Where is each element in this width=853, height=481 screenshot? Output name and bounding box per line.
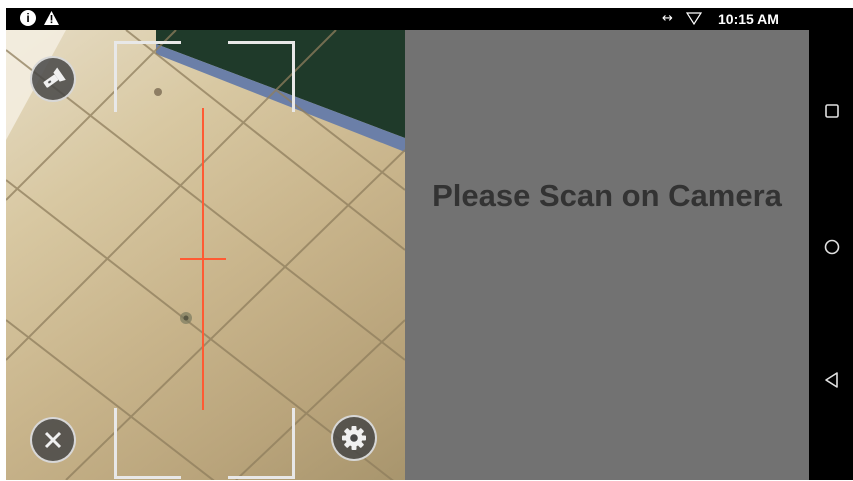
scanner-screen: i ↔ 10:15 AM Please Scan on Camera [0,0,853,481]
flashlight-icon [43,67,66,88]
scan-frame-corner-top-left [114,41,181,112]
circle-home-icon[interactable] [821,236,843,258]
gear-icon [342,426,366,450]
flashlight-button[interactable] [30,56,76,102]
scan-frame-corner-bottom-left [114,408,181,479]
navigation-bar [809,8,853,480]
triangle-back-icon[interactable] [821,369,843,391]
camera-preview[interactable] [6,30,405,480]
scanner-settings-button[interactable] [331,415,377,461]
square-recents-icon[interactable] [821,100,843,122]
status-time: 10:15 AM [718,11,779,27]
wifi-outline-icon [686,12,702,25]
scan-frame-corner-bottom-right [228,408,295,479]
warning-icon [44,11,59,25]
scan-frame-corner-top-right [228,41,295,112]
scan-instruction-text: Please Scan on Camera [432,178,782,213]
data-transfer-icon: ↔ [662,11,673,26]
close-icon [44,431,62,449]
scan-message-panel: Please Scan on Camera [405,30,809,480]
scan-line-horizontal [180,258,226,260]
close-scanner-button[interactable] [30,417,76,463]
info-icon: i [20,10,36,26]
status-bar: i ↔ 10:15 AM [6,8,810,30]
